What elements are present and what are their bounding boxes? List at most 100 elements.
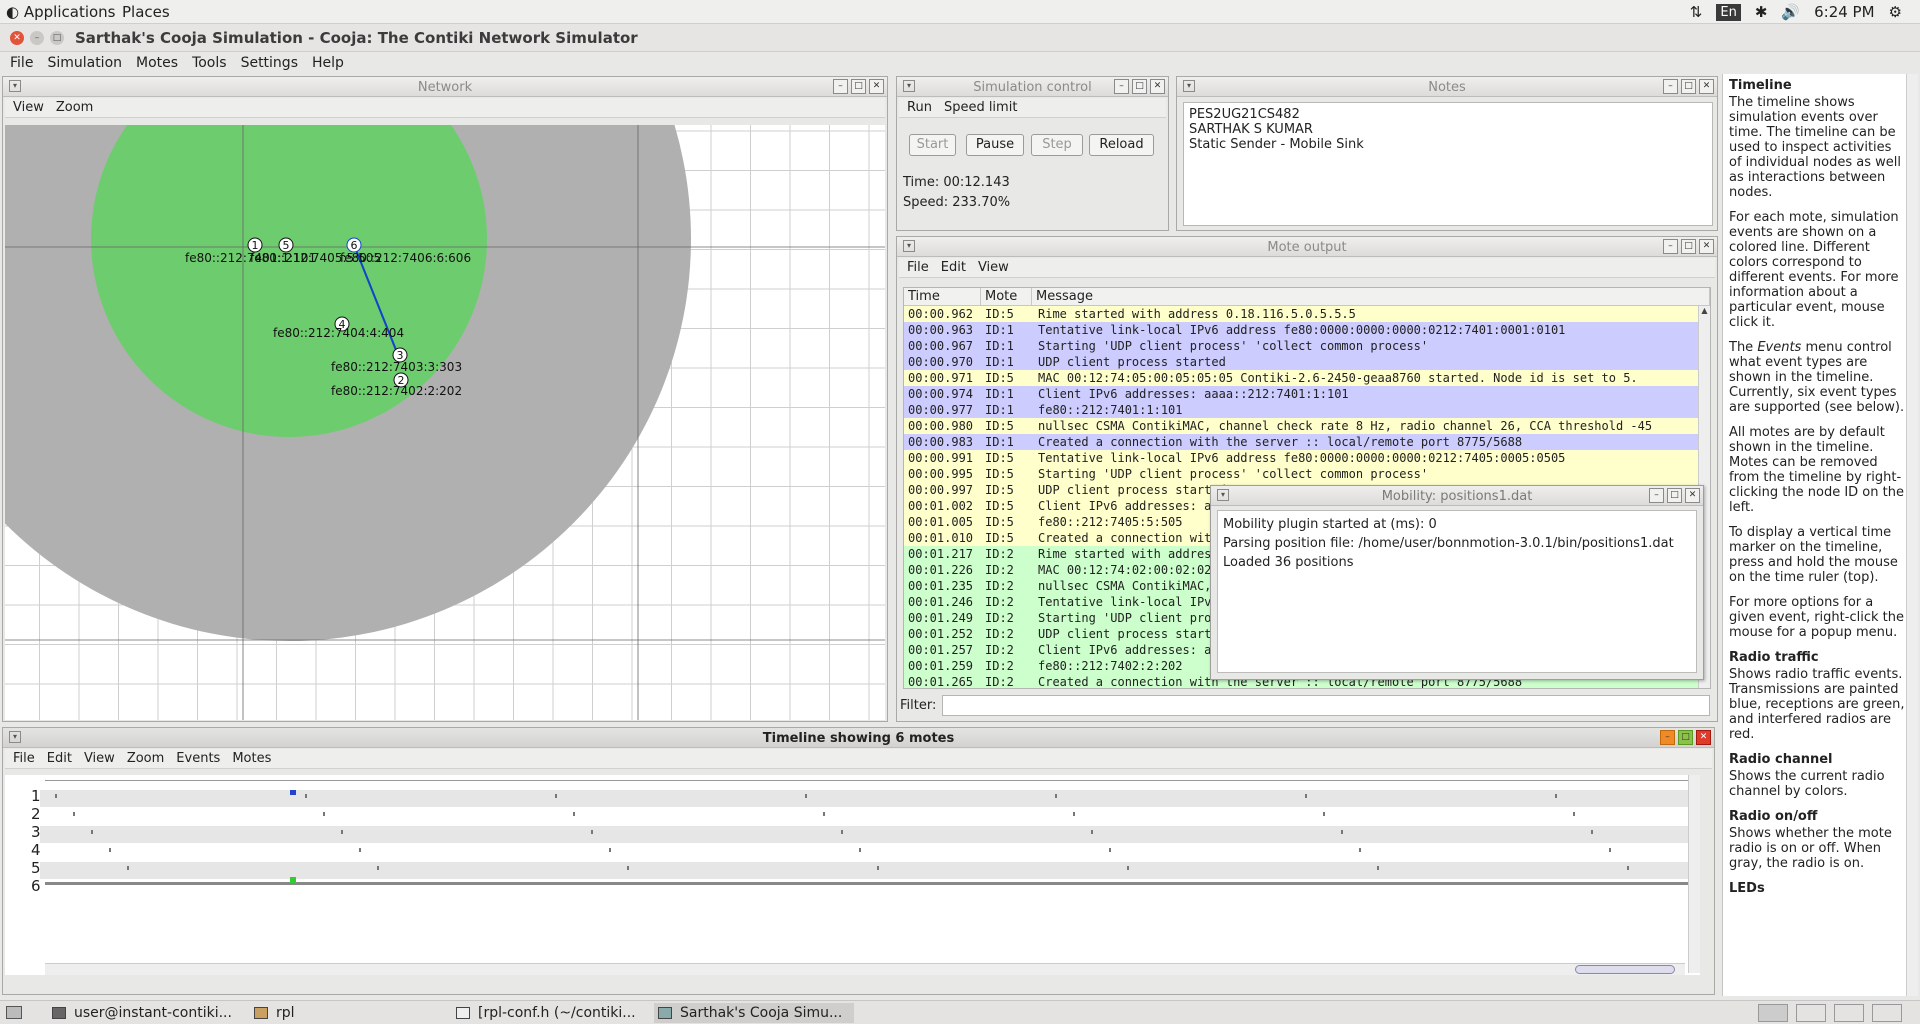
table-row[interactable]: 00:00.967 ID:1 Starting 'UDP client proces… (904, 338, 1710, 354)
minimize-icon[interactable]: – (833, 79, 848, 94)
close-icon[interactable]: ✕ (1685, 488, 1700, 503)
menu-help[interactable]: Help (312, 55, 344, 71)
timeline-event-tick[interactable] (805, 794, 807, 798)
timeline-titlebar[interactable]: ▾ Timeline showing 6 motes – □ ✕ (3, 728, 1714, 748)
column-time[interactable]: Time (904, 288, 981, 305)
network-visualization[interactable]: 1fe80::212:7401:1:1015fe80::212:7405:5:5… (5, 125, 885, 720)
simcontrol-menu-speed-limit[interactable]: Speed limit (944, 100, 1017, 115)
workspace-3[interactable] (1834, 1004, 1864, 1022)
filter-input[interactable] (942, 695, 1710, 716)
simcontrol-menu-run[interactable]: Run (907, 100, 932, 115)
timeline-event-tick[interactable] (823, 812, 825, 816)
timeline-event-tick[interactable] (55, 794, 57, 798)
maximize-icon[interactable]: □ (1132, 79, 1147, 94)
timeline-event-tick[interactable] (1609, 848, 1611, 852)
minimize-icon[interactable]: – (1649, 488, 1664, 503)
simcontrol-titlebar[interactable]: ▾ Simulation control – □ ✕ (897, 77, 1168, 97)
timeline-event-tick[interactable] (1359, 848, 1361, 852)
applications-menu[interactable]: ◐ Applications (6, 3, 116, 21)
timeline-event-tick[interactable] (1341, 830, 1343, 834)
window-close-button[interactable]: ✕ (10, 31, 24, 45)
window-maximize-button[interactable]: □ (50, 31, 64, 45)
timeline-event-tick[interactable] (1591, 830, 1593, 834)
timeline-event-tick[interactable] (305, 794, 307, 798)
notes-titlebar[interactable]: ▾ Notes – □ ✕ (1177, 77, 1717, 97)
timeline-menu-view[interactable]: View (84, 751, 115, 766)
table-row[interactable]: 00:00.970 ID:1 UDP client process started (904, 354, 1710, 370)
minimize-icon[interactable]: – (1660, 730, 1675, 745)
timeline-event-tick[interactable] (1377, 866, 1379, 870)
close-icon[interactable]: ✕ (869, 79, 884, 94)
timeline-vertical-scrollbar[interactable] (1688, 775, 1700, 973)
timeline-event-tick[interactable] (1091, 830, 1093, 834)
timeline-event-tick[interactable] (555, 794, 557, 798)
table-row[interactable]: 00:00.971 ID:5 MAC 00:12:74:05:00:05:05:05… (904, 370, 1710, 386)
moteoutput-menu-edit[interactable]: Edit (941, 260, 966, 275)
timeline-event-tick[interactable] (91, 830, 93, 834)
table-row[interactable]: 00:00.983 ID:1 Created a connection with t… (904, 434, 1710, 450)
timeline-mote-id[interactable]: 2 (31, 805, 41, 823)
task-rpl-folder[interactable]: rpl (250, 1003, 295, 1023)
timeline-row[interactable] (40, 862, 1695, 879)
task-editor[interactable]: [rpl-conf.h (~/contiki... (452, 1003, 636, 1023)
timeline-event-tick[interactable] (1627, 866, 1629, 870)
table-row[interactable]: 00:00.995 ID:5 Starting 'UDP client proces… (904, 466, 1710, 482)
mobility-log[interactable]: Mobility plugin started at (ms): 0 Parsi… (1217, 510, 1697, 673)
timeline-row[interactable] (40, 826, 1695, 843)
timeline-event-tick[interactable] (573, 812, 575, 816)
timeline-menu-zoom[interactable]: Zoom (127, 751, 164, 766)
timeline-event-tick[interactable] (841, 830, 843, 834)
keyboard-layout-indicator[interactable]: En (1716, 3, 1741, 21)
minimize-icon[interactable]: – (1663, 79, 1678, 94)
timeline-event-tick[interactable] (1305, 794, 1307, 798)
timeline-mote-id[interactable]: 4 (31, 841, 41, 859)
moteoutput-titlebar[interactable]: ▾ Mote output – □ ✕ (897, 237, 1717, 257)
timeline-event-tick[interactable] (591, 830, 593, 834)
close-icon[interactable]: ✕ (1150, 79, 1165, 94)
column-message[interactable]: Message (1032, 288, 1710, 305)
timeline-menu-edit[interactable]: Edit (47, 751, 72, 766)
timeline-event-tick[interactable] (877, 866, 879, 870)
task-terminal[interactable]: user@instant-contiki... (48, 1003, 232, 1023)
network-menu-zoom[interactable]: Zoom (56, 100, 93, 115)
moteoutput-menu-view[interactable]: View (978, 260, 1009, 275)
network-titlebar[interactable]: ▾ Network – □ ✕ (3, 77, 887, 97)
timeline-event-tick[interactable] (73, 812, 75, 816)
timeline-event-tick[interactable] (1555, 794, 1557, 798)
close-icon[interactable]: ✕ (1699, 239, 1714, 254)
timeline-horizontal-scrollbar[interactable] (45, 963, 1685, 975)
step-button[interactable]: Step (1031, 134, 1083, 156)
maximize-icon[interactable]: □ (851, 79, 866, 94)
minimize-icon[interactable]: – (1663, 239, 1678, 254)
notes-textarea[interactable]: PES2UG21CS482 SARTHAK S KUMAR Static Sen… (1183, 102, 1713, 226)
timeline-event-tick[interactable] (1055, 794, 1057, 798)
places-menu[interactable]: Places (122, 3, 170, 21)
menu-file[interactable]: File (10, 55, 33, 71)
network-canvas[interactable]: 1 fe80::212:7401:1:101 5 fe80::212:7405:5:5… (5, 125, 885, 720)
table-row[interactable]: 00:00.991 ID:5 Tentative link-local IPv6 a… (904, 450, 1710, 466)
menu-simulation[interactable]: Simulation (47, 55, 122, 71)
volume-icon[interactable]: 🔊 (1781, 3, 1800, 21)
close-icon[interactable]: ✕ (1696, 730, 1711, 745)
timeline-event-tick[interactable] (127, 866, 129, 870)
table-row[interactable]: 00:00.980 ID:5 nullsec CSMA ContikiMAC, ch… (904, 418, 1710, 434)
timeline-event-tick[interactable] (359, 848, 361, 852)
maximize-icon[interactable]: □ (1681, 79, 1696, 94)
time-ruler[interactable] (45, 777, 1695, 781)
timeline-event-tick[interactable] (859, 848, 861, 852)
table-row[interactable]: 00:00.977 ID:1 fe80::212:7401:1:101 (904, 402, 1710, 418)
table-row[interactable]: 00:00.974 ID:1 Client IPv6 addresses: aaaa… (904, 386, 1710, 402)
table-row[interactable]: 00:00.962 ID:5 Rime started with address 0… (904, 306, 1710, 322)
maximize-icon[interactable]: □ (1681, 239, 1696, 254)
radio-event-marker[interactable] (290, 790, 296, 795)
start-button[interactable]: Start (909, 134, 956, 156)
column-mote[interactable]: Mote (981, 288, 1032, 305)
table-row[interactable]: 00:00.963 ID:1 Tentative link-local IPv6 a… (904, 322, 1710, 338)
timeline-event-tick[interactable] (1323, 812, 1325, 816)
timeline-menu-events[interactable]: Events (176, 751, 220, 766)
workspace-2[interactable] (1796, 1004, 1826, 1022)
task-cooja[interactable]: Sarthak's Cooja Simu... (654, 1003, 854, 1023)
scrollbar-thumb[interactable] (1575, 965, 1675, 974)
timeline-menu-file[interactable]: File (13, 751, 35, 766)
timeline-event-tick[interactable] (109, 848, 111, 852)
